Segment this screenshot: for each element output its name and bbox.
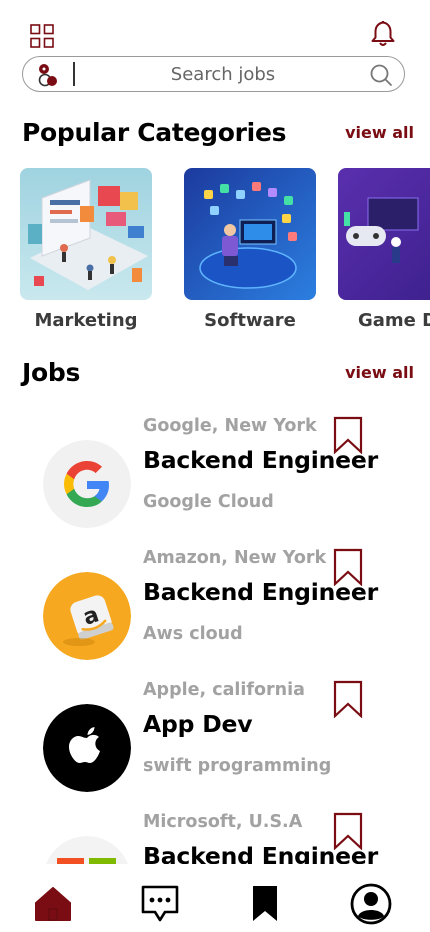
home-icon[interactable] xyxy=(32,883,74,925)
job-card[interactable]: Microsoft, U.S.A Backend Engineer xyxy=(0,812,430,864)
job-card[interactable]: a Amazon, New York Backend Engineer Aws … xyxy=(0,548,430,680)
amazon-logo: a xyxy=(43,572,131,660)
bookmark-outline-icon[interactable] xyxy=(333,680,363,718)
bookmark-outline-icon[interactable] xyxy=(333,416,363,454)
bookmark-outline-icon[interactable] xyxy=(333,548,363,586)
job-subtitle: Google Cloud xyxy=(143,492,274,512)
job-company: Microsoft, U.S.A xyxy=(143,812,303,832)
microsoft-logo xyxy=(43,836,131,864)
jobs-list: Google, New York Backend Engineer Google… xyxy=(0,0,430,864)
job-company: Google, New York xyxy=(143,416,317,436)
bookmark-icon[interactable] xyxy=(244,883,286,925)
job-company: Apple, california xyxy=(143,680,305,700)
job-subtitle: Aws cloud xyxy=(143,624,243,644)
job-title: App Dev xyxy=(143,710,253,738)
apple-logo xyxy=(43,704,131,792)
job-subtitle: swift programming xyxy=(143,756,332,776)
job-card[interactable]: Apple, california App Dev swift programm… xyxy=(0,680,430,812)
profile-icon[interactable] xyxy=(350,883,392,925)
bookmark-outline-icon[interactable] xyxy=(333,812,363,850)
chat-icon[interactable] xyxy=(139,883,181,925)
job-company: Amazon, New York xyxy=(143,548,327,568)
job-card[interactable]: Google, New York Backend Engineer Google… xyxy=(0,416,430,548)
bottom-navigation xyxy=(0,866,430,932)
google-logo xyxy=(43,440,131,528)
job-search-home-screen: Popular Categories view all xyxy=(0,0,430,932)
